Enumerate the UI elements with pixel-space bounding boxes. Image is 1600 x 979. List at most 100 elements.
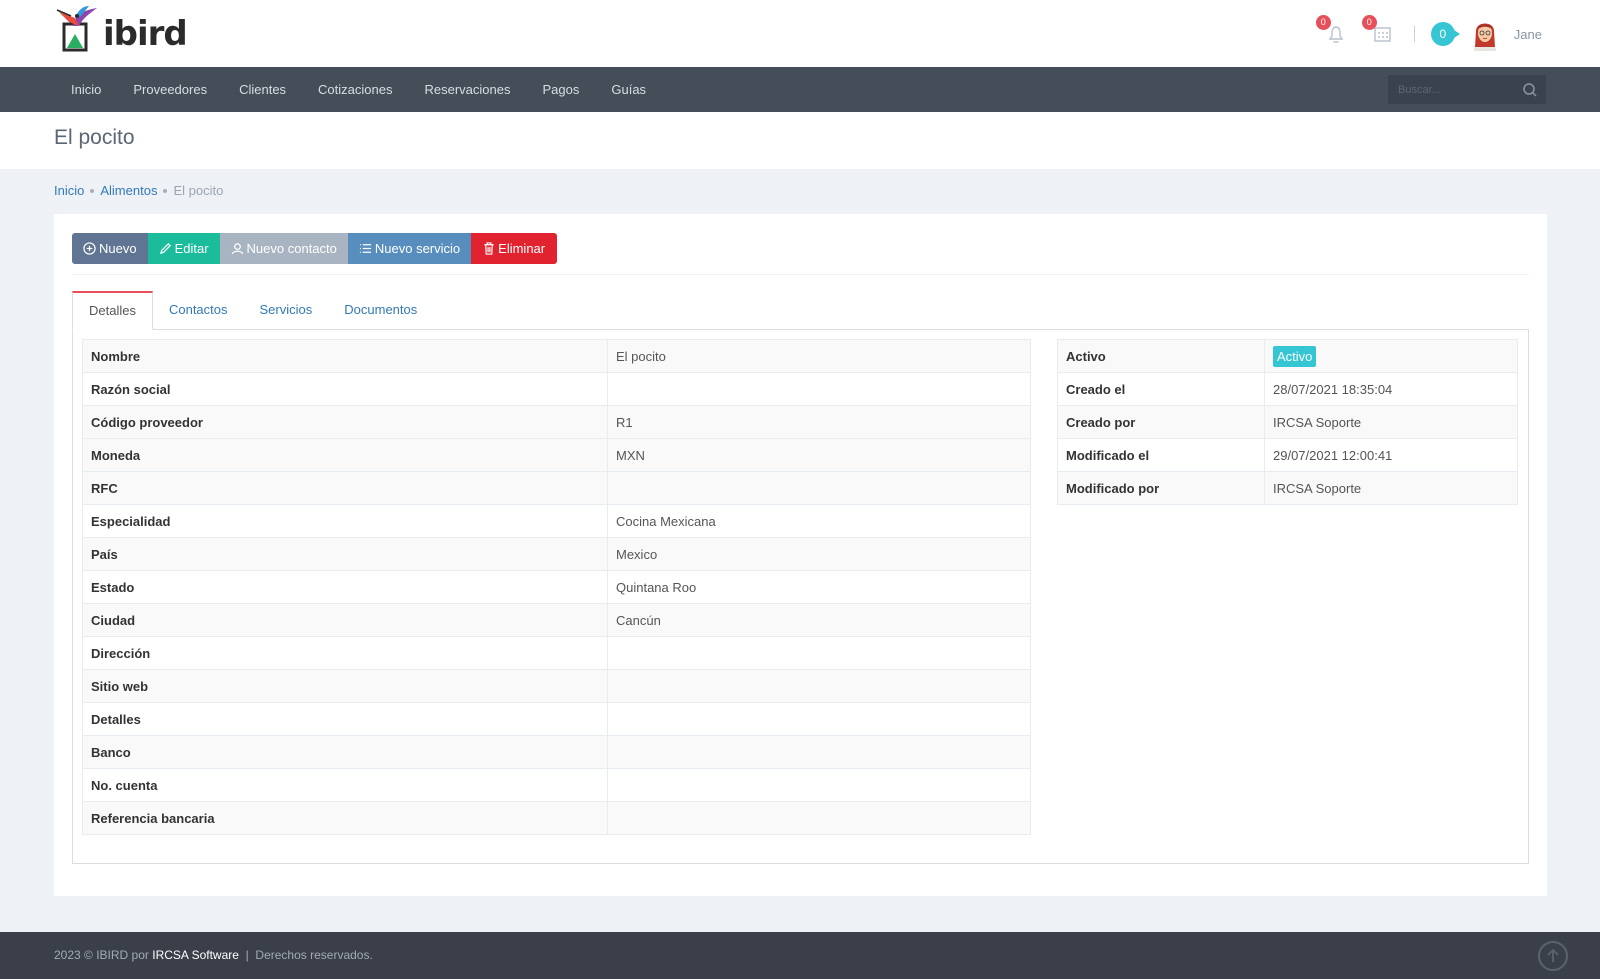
avatar[interactable]: [1470, 17, 1500, 51]
header-actions: 0 0 0 Jane: [1302, 15, 1542, 52]
page-title: El pocito: [54, 126, 135, 149]
table-row: Creado por IRCSA Soporte: [1057, 405, 1518, 439]
table-row: Creado el 28/07/2021 18:35:04: [1057, 372, 1518, 406]
tasks-dropdown[interactable]: 0: [1361, 15, 1394, 46]
tab-contactos[interactable]: Contactos: [153, 291, 244, 329]
table-row: Sitio web: [82, 669, 1031, 703]
provider-details-table: Nombre El pocito Razón social Código prov…: [82, 339, 1031, 835]
meta-label: Modificado el: [1057, 438, 1265, 472]
logo-wordmark: ibird: [103, 14, 188, 54]
user-name[interactable]: Jane: [1514, 27, 1542, 42]
page-footer: 2023 © IBIRD por IRCSA Software | Derech…: [0, 932, 1600, 979]
meta-value: 29/07/2021 12:00:41: [1264, 438, 1518, 472]
notifications-dropdown[interactable]: 0: [1315, 15, 1348, 46]
hummingbird-logo-icon: [56, 6, 97, 52]
field-value: Quintana Roo: [607, 570, 1031, 604]
tab-detalles[interactable]: Detalles: [72, 291, 153, 330]
new-service-button-label: Nuevo servicio: [374, 241, 461, 256]
action-toolbar: Nuevo Editar Nuevo contacto Nuevo servic…: [72, 233, 558, 264]
field-value: R1: [607, 405, 1031, 439]
field-label: Referencia bancaria: [82, 801, 608, 835]
cart-counter[interactable]: 0: [1430, 22, 1460, 46]
field-label: Dirección: [82, 636, 608, 670]
table-row: Banco: [82, 735, 1031, 769]
new-contact-button[interactable]: Nuevo contacto: [219, 233, 348, 264]
field-label: Estado: [82, 570, 608, 604]
arrow-up-circle-icon: [1547, 948, 1559, 962]
tab-servicios[interactable]: Servicios: [244, 291, 329, 329]
field-label: Razón social: [82, 372, 608, 406]
footer-prefix: 2023 © IBIRD por: [54, 948, 149, 962]
table-row: Ciudad Cancún: [82, 603, 1031, 637]
meta-label: Creado el: [1057, 372, 1265, 406]
footer-rights: Derechos reservados.: [255, 948, 373, 962]
field-value: Mexico: [607, 537, 1031, 571]
toolbar-divider: [72, 274, 1529, 275]
nav-item-clientes[interactable]: Clientes: [223, 67, 302, 112]
delete-button-label: Eliminar: [498, 241, 546, 256]
new-button[interactable]: Nuevo: [72, 233, 148, 264]
breadcrumb-inicio[interactable]: Inicio: [54, 183, 84, 198]
table-row: Detalles: [82, 702, 1031, 736]
field-label: Código proveedor: [82, 405, 608, 439]
meta-value: 28/07/2021 18:35:04: [1264, 372, 1518, 406]
search-box: [1388, 75, 1546, 104]
meta-label: Activo: [1057, 339, 1265, 373]
table-row: Modificado por IRCSA Soporte: [1057, 471, 1518, 505]
nav-menu: Inicio Proveedores Clientes Cotizaciones…: [55, 67, 662, 112]
field-label: Especialidad: [82, 504, 608, 538]
field-label: Sitio web: [82, 669, 608, 703]
nav-item-cotizaciones[interactable]: Cotizaciones: [302, 67, 408, 112]
trash-icon: [484, 242, 494, 255]
field-label: No. cuenta: [82, 768, 608, 802]
user-icon: [231, 243, 243, 255]
nav-item-pagos[interactable]: Pagos: [526, 67, 595, 112]
plus-circle-icon: [83, 242, 96, 255]
field-value: [607, 669, 1031, 703]
status-badge: Activo: [1273, 345, 1317, 367]
meta-label: Creado por: [1057, 405, 1265, 439]
new-service-button[interactable]: Nuevo servicio: [347, 233, 472, 264]
list-icon: [359, 244, 371, 253]
footer-company-link[interactable]: IRCSA Software: [152, 948, 239, 962]
table-row: Razón social: [82, 372, 1031, 406]
nav-item-reservaciones[interactable]: Reservaciones: [408, 67, 526, 112]
table-row: No. cuenta: [82, 768, 1031, 802]
field-value: [607, 801, 1031, 835]
search-icon[interactable]: [1522, 82, 1538, 98]
breadcrumb-alimentos[interactable]: Alimentos: [100, 183, 157, 198]
table-row: Moneda MXN: [82, 438, 1031, 472]
scroll-to-top-button[interactable]: [1538, 941, 1568, 971]
delete-button[interactable]: Eliminar: [471, 233, 558, 264]
edit-button-label: Editar: [174, 241, 209, 256]
field-value: Cocina Mexicana: [607, 504, 1031, 538]
main-navbar: Inicio Proveedores Clientes Cotizaciones…: [0, 67, 1600, 112]
pencil-icon: [159, 243, 171, 255]
provider-portlet: Nuevo Editar Nuevo contacto Nuevo servic…: [54, 214, 1547, 896]
ibird-logo[interactable]: ibird: [55, 4, 188, 56]
field-value: [607, 636, 1031, 670]
table-row: Modificado el 29/07/2021 12:00:41: [1057, 438, 1518, 472]
tab-documentos[interactable]: Documentos: [328, 291, 433, 329]
search-input[interactable]: [1388, 75, 1518, 104]
nav-item-guias[interactable]: Guías: [595, 67, 662, 112]
table-row: Nombre El pocito: [82, 339, 1031, 373]
breadcrumb-separator: [90, 188, 95, 193]
table-row: Estado Quintana Roo: [82, 570, 1031, 604]
table-row: Activo Activo: [1057, 339, 1518, 373]
page-title-bar: El pocito: [0, 112, 1600, 169]
nav-item-proveedores[interactable]: Proveedores: [117, 67, 223, 112]
meta-label: Modificado por: [1057, 471, 1265, 505]
table-row: Código proveedor R1: [82, 405, 1031, 439]
nav-item-inicio[interactable]: Inicio: [55, 67, 117, 112]
field-label: RFC: [82, 471, 608, 505]
breadcrumb-separator: [163, 188, 168, 193]
edit-button[interactable]: Editar: [147, 233, 220, 264]
footer-copyright: 2023 © IBIRD por IRCSA Software | Derech…: [54, 948, 373, 962]
meta-value: IRCSA Soporte: [1264, 405, 1518, 439]
field-value: [607, 372, 1031, 406]
header-divider: [1413, 26, 1415, 42]
table-row: Referencia bancaria: [82, 801, 1031, 835]
field-value: [607, 471, 1031, 505]
breadcrumb-current: El pocito: [173, 183, 224, 198]
